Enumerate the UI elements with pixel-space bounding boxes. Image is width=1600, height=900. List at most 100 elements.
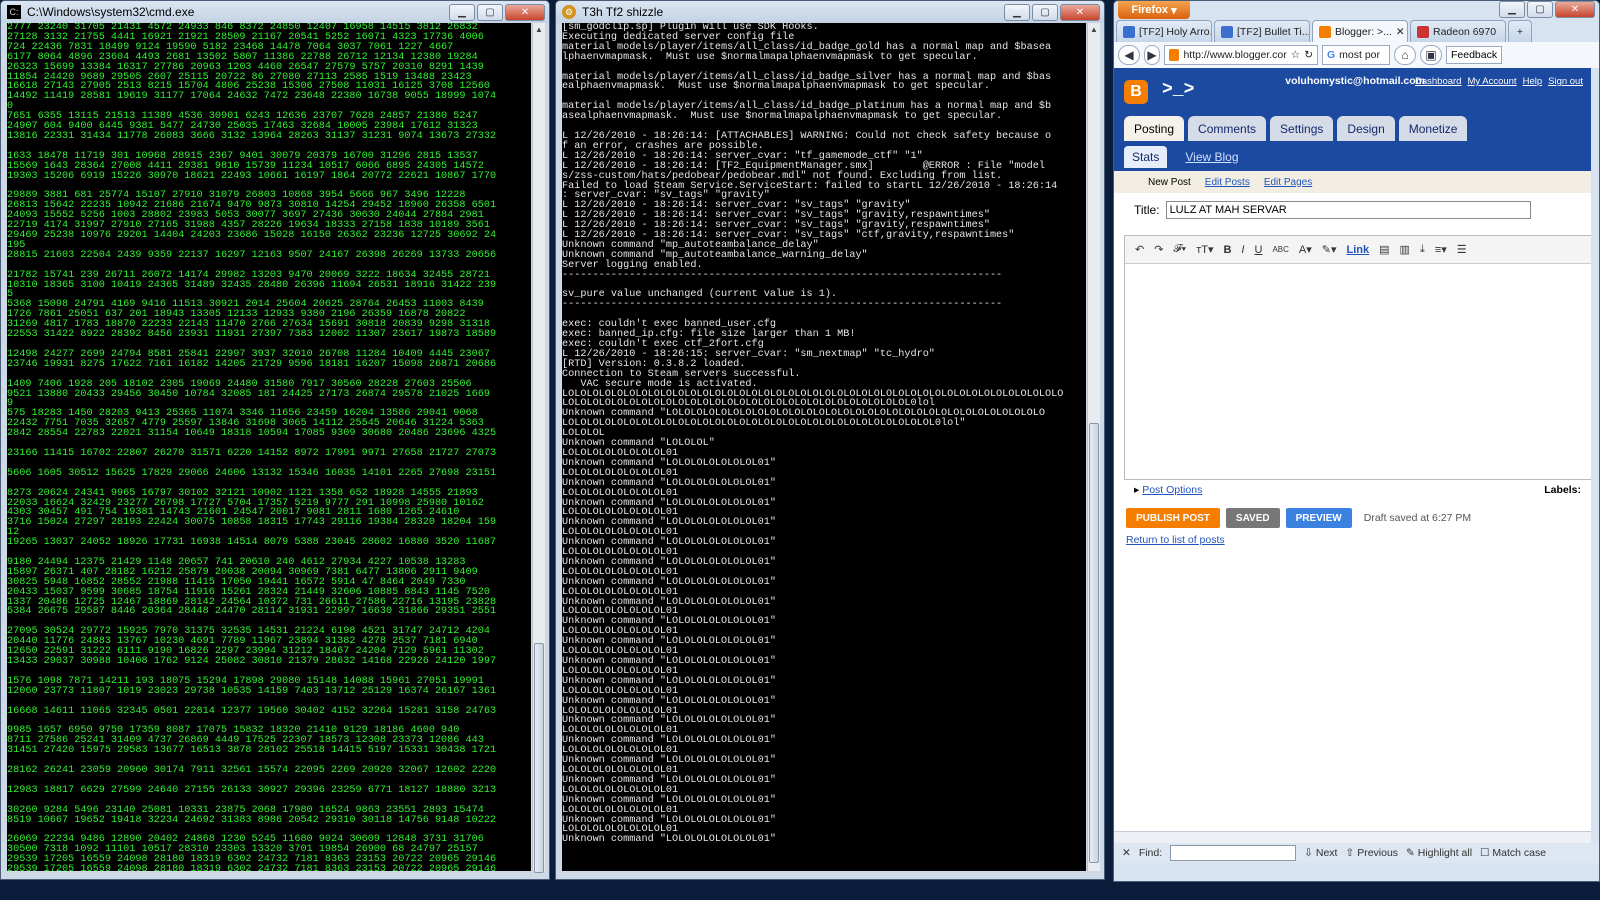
reload-icon[interactable]: ↻ bbox=[1304, 49, 1313, 61]
bookmarks-icon[interactable]: ▣ bbox=[1420, 45, 1442, 65]
strikethrough-icon[interactable]: ABC bbox=[1272, 245, 1288, 254]
console-line: LOLOLOLOLOLOLOLOLOLOLOLOLOLOLOLOLOLOLOLO… bbox=[562, 418, 966, 430]
post-options-link[interactable]: Post Options bbox=[1142, 484, 1202, 496]
maximize-button[interactable]: ▢ bbox=[1527, 1, 1553, 18]
numbered-list-icon[interactable]: ☰ bbox=[1457, 243, 1467, 256]
font-size-icon[interactable]: тT▾ bbox=[1196, 243, 1213, 256]
console-line: 23746 19931 8275 17622 7161 16182 14205 … bbox=[7, 358, 497, 370]
scroll-thumb[interactable] bbox=[1089, 423, 1099, 863]
close-button[interactable]: ✕ bbox=[505, 3, 545, 21]
image-icon[interactable]: ▤ bbox=[1379, 243, 1389, 256]
tab-comments[interactable]: Comments bbox=[1188, 116, 1267, 141]
tab-favicon-icon bbox=[1319, 25, 1331, 38]
highlight-icon[interactable]: ✎▾ bbox=[1322, 243, 1337, 256]
console-line: 30260 9284 5496 23140 25081 10331 23875 … bbox=[7, 804, 484, 816]
match-case-checkbox[interactable]: ☐ Match case bbox=[1480, 847, 1546, 859]
return-to-posts-link[interactable]: Return to list of posts bbox=[1114, 528, 1591, 546]
font-icon[interactable]: 𝓕▾ bbox=[1173, 243, 1186, 256]
blogger-logo-icon[interactable]: B bbox=[1124, 80, 1148, 104]
close-icon[interactable]: ✕ bbox=[1396, 26, 1405, 38]
console-line: 31451 27420 15975 29583 13677 16513 3878… bbox=[7, 745, 497, 757]
console-line: LOLOLOLOLOLOLOLOL01 bbox=[562, 487, 679, 499]
console-line: 12983 18817 6629 27599 24640 27155 26133… bbox=[7, 784, 497, 796]
italic-icon[interactable]: I bbox=[1241, 244, 1244, 256]
scroll-up-arrow-icon[interactable]: ▲ bbox=[1088, 23, 1100, 36]
find-previous-button[interactable]: ⇧ Previous bbox=[1345, 847, 1398, 859]
minimize-button[interactable]: ▁ bbox=[1004, 3, 1030, 21]
align-icon[interactable]: ≡▾ bbox=[1435, 243, 1447, 256]
post-tabs: New Post Edit Posts Edit Pages bbox=[1114, 171, 1591, 193]
server-scrollbar[interactable]: ▲ bbox=[1087, 23, 1100, 871]
highlight-all-button[interactable]: ✎ Highlight all bbox=[1406, 847, 1472, 859]
match-case-label: Match case bbox=[1492, 847, 1547, 859]
my-account-link[interactable]: My Account bbox=[1467, 76, 1516, 87]
close-button[interactable]: ✕ bbox=[1555, 1, 1595, 18]
find-input[interactable] bbox=[1170, 845, 1297, 861]
tab-stats[interactable]: Stats bbox=[1124, 146, 1168, 168]
search-box[interactable]: Gmost por bbox=[1322, 45, 1390, 65]
minimize-button[interactable]: ▁ bbox=[449, 3, 475, 21]
publish-post-button[interactable]: PUBLISH POST bbox=[1126, 508, 1220, 528]
text-color-icon[interactable]: A▾ bbox=[1299, 243, 1312, 256]
cmd-console-output[interactable]: 2777 23240 31705 21431 4572 24933 846 83… bbox=[7, 23, 531, 871]
maximize-button[interactable]: ▢ bbox=[477, 3, 503, 21]
view-blog-link[interactable]: View Blog bbox=[1177, 146, 1246, 168]
server-console-output[interactable]: [sm_godclip.sp] Plugin will use SDK Hook… bbox=[562, 23, 1086, 871]
find-bar: ✕ Find: ⇩ Next ⇧ Previous ✎ Highlight al… bbox=[1114, 843, 1599, 863]
console-line: ----------------------------------------… bbox=[562, 299, 1003, 311]
undo-icon[interactable]: ↶ bbox=[1135, 243, 1144, 256]
firefox-window: Firefox ▾ ▁ ▢ ✕ [TF2] Holy Arro... [TF2]… bbox=[1113, 0, 1600, 882]
bold-icon[interactable]: B bbox=[1223, 244, 1231, 256]
edit-pages-link[interactable]: Edit Pages bbox=[1264, 177, 1312, 188]
cmd-scrollbar[interactable]: ▲ bbox=[532, 23, 545, 873]
labels-label: Labels: bbox=[1544, 484, 1581, 496]
redo-icon[interactable]: ↷ bbox=[1154, 243, 1163, 256]
tab-settings[interactable]: Settings bbox=[1270, 116, 1334, 141]
close-find-icon[interactable]: ✕ bbox=[1122, 847, 1131, 859]
url-bar[interactable]: http://www.blogger.cor ☆ ↻ bbox=[1164, 45, 1318, 65]
cmd-titlebar[interactable]: C: C:\Windows\system32\cmd.exe ▁ ▢ ✕ bbox=[1, 1, 549, 23]
post-editor[interactable]: ↶ ↷ 𝓕▾ тT▾ B I U ABC A▾ ✎▾ Link ▤ ▥ ⤓ ≡▾… bbox=[1124, 235, 1591, 480]
feedback-button[interactable]: Feedback bbox=[1446, 46, 1503, 64]
new-tab-button[interactable]: + bbox=[1508, 20, 1532, 42]
tab-bullet-time[interactable]: [TF2] Bullet Ti... bbox=[1214, 20, 1310, 42]
console-line: 13816 22331 31434 11778 26083 3666 3132 … bbox=[7, 130, 497, 142]
help-link[interactable]: Help bbox=[1523, 76, 1543, 87]
scroll-up-arrow-icon[interactable]: ▲ bbox=[533, 23, 545, 36]
back-icon[interactable]: ◀ bbox=[1118, 45, 1140, 65]
expand-arrow-icon[interactable]: ▸ bbox=[1134, 484, 1139, 496]
new-post-tab[interactable]: New Post bbox=[1148, 177, 1191, 188]
link-button[interactable]: Link bbox=[1347, 244, 1370, 256]
close-button[interactable]: ✕ bbox=[1060, 3, 1100, 21]
underline-icon[interactable]: U bbox=[1254, 244, 1262, 256]
maximize-button[interactable]: ▢ bbox=[1032, 3, 1058, 21]
user-email: voluhomystic@hotmail.com bbox=[1285, 75, 1425, 87]
tab-blogger[interactable]: Blogger: >... ✕ bbox=[1312, 20, 1408, 42]
video-icon[interactable]: ▥ bbox=[1400, 243, 1410, 256]
jump-break-icon[interactable]: ⤓ bbox=[1420, 243, 1425, 256]
console-line: 5384 26675 29587 8446 20364 28448 24470 … bbox=[7, 606, 497, 618]
bookmark-star-icon[interactable]: ☆ bbox=[1291, 49, 1300, 61]
edit-posts-link[interactable]: Edit Posts bbox=[1205, 177, 1250, 188]
tab-posting[interactable]: Posting bbox=[1124, 116, 1185, 141]
console-line: 28815 21603 22504 2439 9359 22137 16297 … bbox=[7, 249, 497, 261]
scroll-thumb[interactable] bbox=[534, 643, 544, 873]
post-title-input[interactable] bbox=[1165, 201, 1531, 219]
preview-button[interactable]: PREVIEW bbox=[1285, 508, 1352, 528]
server-titlebar[interactable]: ⚙ T3h Tf2 shizzle ▁ ▢ ✕ bbox=[556, 1, 1104, 23]
dashboard-link[interactable]: Dashboard bbox=[1415, 76, 1461, 87]
console-line: 9521 13880 20433 29456 30450 10784 32085… bbox=[7, 388, 490, 400]
find-next-button[interactable]: ⇩ Next bbox=[1304, 847, 1337, 859]
tab-design[interactable]: Design bbox=[1337, 116, 1395, 141]
sign-out-link[interactable]: Sign out bbox=[1548, 76, 1583, 87]
console-line: 29469 25238 10976 29201 14404 24203 2368… bbox=[7, 230, 497, 242]
tab-radeon[interactable]: Radeon 6970 bbox=[1410, 20, 1506, 42]
tab-monetize[interactable]: Monetize bbox=[1398, 116, 1468, 141]
firefox-menu-button[interactable]: Firefox ▾ bbox=[1118, 1, 1190, 19]
saved-button[interactable]: SAVED bbox=[1225, 508, 1280, 528]
minimize-button[interactable]: ▁ bbox=[1499, 1, 1525, 18]
console-line: 14492 11419 28581 19619 31177 17064 2463… bbox=[7, 91, 497, 103]
home-icon[interactable]: ⌂ bbox=[1394, 45, 1416, 65]
forward-icon[interactable]: ▶ bbox=[1144, 45, 1160, 65]
tab-holy-arrow[interactable]: [TF2] Holy Arro... bbox=[1116, 20, 1212, 42]
